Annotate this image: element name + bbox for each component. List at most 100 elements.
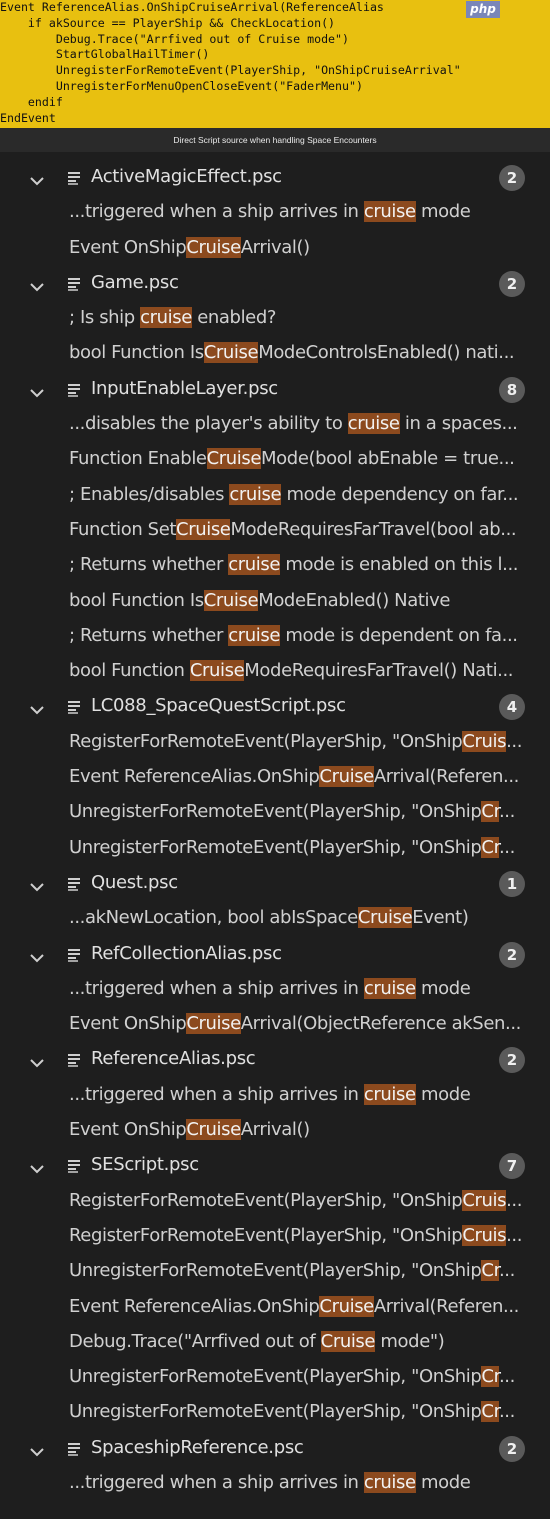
code-line: UnregisterForRemoteEvent(PlayerShip, "On…: [0, 63, 461, 78]
match-highlight: Cruise: [203, 589, 259, 611]
match-text: RegisterForRemoteEvent(PlayerShip, "OnSh…: [69, 1187, 544, 1215]
file-name: Quest.psc: [91, 871, 178, 893]
match-suffix: ...: [506, 1189, 523, 1211]
php-badge: php: [466, 1, 500, 18]
chevron-down-icon[interactable]: [30, 1159, 44, 1174]
match-prefix: Function Set: [69, 518, 177, 540]
match-suffix: mode is enabled on this l...: [280, 554, 519, 576]
match-line[interactable]: UnregisterForRemoteEvent(PlayerShip, "On…: [0, 1360, 550, 1395]
match-highlight: Cruise: [186, 1119, 241, 1141]
match-line[interactable]: ...triggered when a ship arrives in crui…: [0, 1466, 550, 1501]
match-highlight: Cruise: [186, 1013, 241, 1035]
match-line[interactable]: ...triggered when a ship arrives in crui…: [0, 195, 550, 230]
match-prefix: bool Function Is: [69, 342, 204, 364]
match-line[interactable]: ; Returns whether cruise mode is depende…: [0, 619, 550, 654]
code-line: EndEvent: [0, 110, 56, 125]
match-suffix: ModeRequiresFarTravel(bool ab...: [230, 518, 517, 540]
file-name: Game.psc: [91, 271, 179, 293]
chevron-down-icon[interactable]: [30, 700, 44, 715]
match-suffix: ...: [498, 1260, 515, 1282]
search-results-tree: ActiveMagicEffect.psc 2 ...triggered when …: [0, 160, 550, 1519]
match-text: UnregisterForRemoteEvent(PlayerShip, "On…: [69, 834, 544, 862]
match-highlight: cruise: [347, 413, 400, 435]
file-result-row[interactable]: ReferenceAlias.psc 2: [0, 1042, 550, 1077]
match-line[interactable]: UnregisterForRemoteEvent(PlayerShip, "On…: [0, 1254, 550, 1289]
match-highlight: cruise: [363, 1083, 416, 1105]
match-line[interactable]: Event OnShipCruiseArrival(ObjectReferenc…: [0, 1007, 550, 1042]
file-result-row[interactable]: RefCollectionAlias.psc 2: [0, 937, 550, 972]
chevron-down-icon[interactable]: [30, 277, 44, 292]
match-line[interactable]: ; Is ship cruise enabled?: [0, 301, 550, 336]
match-suffix: ModeControlsEnabled() nati...: [258, 342, 515, 364]
match-line[interactable]: RegisterForRemoteEvent(PlayerShip, "OnSh…: [0, 725, 550, 760]
match-highlight: Cruise: [357, 907, 413, 929]
match-line[interactable]: Event ReferenceAlias.OnShipCruiseArrival…: [0, 760, 550, 795]
match-line[interactable]: UnregisterForRemoteEvent(PlayerShip, "On…: [0, 831, 550, 866]
match-line[interactable]: Function EnableCruiseMode(bool abEnable …: [0, 442, 550, 477]
match-line[interactable]: ...disables the player's ability to crui…: [0, 407, 550, 442]
match-line[interactable]: Event OnShipCruiseArrival(): [0, 1113, 550, 1148]
code-line: Debug.Trace("Arrfived out of Cruise mode…: [0, 31, 350, 46]
match-suffix: enabled?: [191, 307, 277, 329]
match-prefix: ...triggered when a ship arrives in: [69, 977, 364, 999]
file-result-row[interactable]: LC088_SpaceQuestScript.psc 4: [0, 689, 550, 724]
match-text: Event OnShipCruiseArrival(): [69, 234, 544, 262]
chevron-down-icon[interactable]: [30, 1053, 44, 1068]
match-suffix: Arrival(Referen...: [373, 766, 520, 788]
match-line[interactable]: UnregisterForRemoteEvent(PlayerShip, "On…: [0, 1395, 550, 1430]
chevron-down-icon[interactable]: [30, 383, 44, 398]
match-line[interactable]: Event ReferenceAlias.OnShipCruiseArrival…: [0, 1290, 550, 1325]
match-suffix: Arrival(): [240, 236, 310, 258]
match-highlight: Cruis: [462, 730, 507, 752]
match-highlight: Cr: [481, 1401, 499, 1423]
file-name: SEScript.psc: [91, 1154, 199, 1176]
chevron-down-icon[interactable]: [30, 948, 44, 962]
match-line[interactable]: ...triggered when a ship arrives in crui…: [0, 1078, 550, 1113]
file-lines-icon: [67, 699, 81, 715]
match-line[interactable]: UnregisterForRemoteEvent(PlayerShip, "On…: [0, 795, 550, 830]
match-suffix: Mode(bool abEnable = true...: [261, 448, 515, 470]
match-highlight: cruise: [363, 977, 416, 999]
match-line[interactable]: ...akNewLocation, bool abIsSpaceCruiseEv…: [0, 901, 550, 936]
file-result-row[interactable]: Game.psc 2: [0, 266, 550, 301]
file-result-row[interactable]: SpaceshipReference.psc 2: [0, 1431, 550, 1466]
match-line[interactable]: RegisterForRemoteEvent(PlayerShip, "OnSh…: [0, 1184, 550, 1219]
match-line[interactable]: Debug.Trace("Arrfived out of Cruise mode…: [0, 1325, 550, 1360]
chevron-down-icon[interactable]: [30, 877, 44, 892]
match-suffix: ModeRequiresFarTravel() Nati...: [244, 660, 514, 682]
file-result-row[interactable]: Quest.psc 1: [0, 866, 550, 901]
match-line[interactable]: ; Returns whether cruise mode is enabled…: [0, 548, 550, 583]
match-highlight: Cruise: [186, 236, 241, 258]
match-highlight: cruise: [363, 201, 416, 223]
match-suffix: mode: [415, 201, 471, 223]
match-text: ; Returns whether cruise mode is enabled…: [69, 551, 544, 579]
match-highlight: Cr: [481, 801, 499, 823]
match-line[interactable]: Function SetCruiseModeRequiresFarTravel(…: [0, 513, 550, 548]
match-line[interactable]: RegisterForRemoteEvent(PlayerShip, "OnSh…: [0, 1219, 550, 1254]
file-result-row[interactable]: InputEnableLayer.psc 8: [0, 372, 550, 407]
match-highlight: Cruise: [320, 1330, 376, 1352]
match-line[interactable]: ...triggered when a ship arrives in crui…: [0, 972, 550, 1007]
match-suffix: mode: [415, 977, 471, 999]
match-text: RegisterForRemoteEvent(PlayerShip, "OnSh…: [69, 728, 544, 756]
chevron-down-icon[interactable]: [30, 171, 44, 186]
match-prefix: Debug.Trace("Arrfived out of: [69, 1330, 321, 1352]
file-result-row[interactable]: ActiveMagicEffect.psc 2: [0, 160, 550, 195]
match-line[interactable]: bool Function CruiseModeRequiresFarTrave…: [0, 654, 550, 689]
chevron-down-icon[interactable]: [30, 1442, 44, 1457]
code-line: if akSource == PlayerShip && CheckLocati…: [0, 15, 336, 30]
match-line[interactable]: ; Enables/disables cruise mode dependenc…: [0, 478, 550, 513]
match-prefix: Event OnShip: [69, 236, 187, 258]
file-result-row[interactable]: SEScript.psc 7: [0, 1148, 550, 1183]
match-highlight: Cruise: [189, 660, 245, 682]
match-count-badge: 7: [499, 1153, 525, 1180]
match-text: Event ReferenceAlias.OnShipCruiseArrival…: [69, 763, 544, 791]
match-text: Function EnableCruiseMode(bool abEnable …: [69, 445, 544, 473]
match-suffix: mode: [415, 1471, 471, 1493]
match-line[interactable]: bool Function IsCruiseModeEnabled() Nati…: [0, 584, 550, 619]
match-line[interactable]: bool Function IsCruiseModeControlsEnable…: [0, 336, 550, 371]
match-text: UnregisterForRemoteEvent(PlayerShip, "On…: [69, 1363, 544, 1391]
match-line[interactable]: Event OnShipCruiseArrival(): [0, 231, 550, 266]
match-count-badge: 1: [499, 870, 525, 897]
match-text: Function SetCruiseModeRequiresFarTravel(…: [69, 516, 544, 544]
